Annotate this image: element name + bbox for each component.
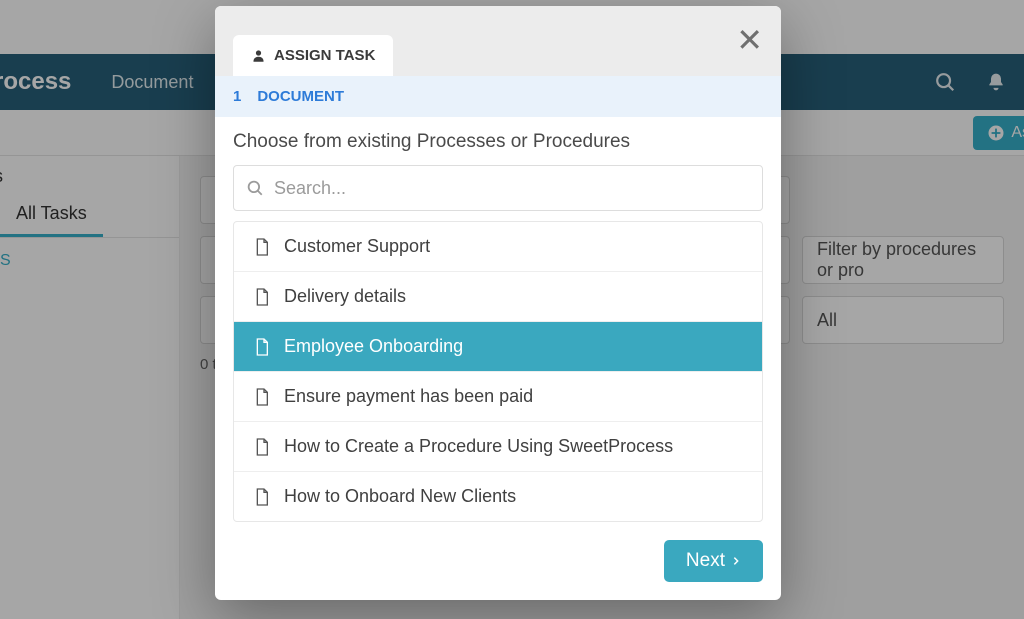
modal-body-title: Choose from existing Processes or Proced… xyxy=(233,131,763,153)
search-icon xyxy=(246,179,264,197)
document-icon xyxy=(254,387,270,407)
list-item[interactable]: How to Onboard New Clients xyxy=(234,471,762,521)
search-input-wrap[interactable] xyxy=(233,165,763,211)
list-item[interactable]: How to Create a Procedure Using SweetPro… xyxy=(234,421,762,471)
wizard-step-label: DOCUMENT xyxy=(257,88,344,105)
document-icon xyxy=(254,487,270,507)
list-item-label: How to Onboard New Clients xyxy=(284,486,516,507)
wizard-step-number: 1 xyxy=(233,88,241,105)
next-button[interactable]: Next xyxy=(664,540,763,582)
document-list: Customer Support Delivery details Employee… xyxy=(233,221,763,522)
document-icon xyxy=(254,437,270,457)
search-input[interactable] xyxy=(274,178,750,199)
wizard-step-strip: 1 DOCUMENT xyxy=(215,76,781,117)
close-icon[interactable]: ✕ xyxy=(736,24,763,56)
list-item[interactable]: Ensure payment has been paid xyxy=(234,371,762,421)
user-icon xyxy=(251,48,266,63)
modal-tab-label: ASSIGN TASK xyxy=(274,47,375,64)
modal-header: ASSIGN TASK ✕ xyxy=(215,6,781,76)
assign-task-modal: ASSIGN TASK ✕ 1 DOCUMENT Choose from exi… xyxy=(215,6,781,600)
list-item[interactable]: Delivery details xyxy=(234,271,762,321)
modal-tab-assign-task[interactable]: ASSIGN TASK xyxy=(233,35,393,76)
document-icon xyxy=(254,337,270,357)
list-item[interactable]: Employee Onboarding xyxy=(234,321,762,371)
list-item-label: Customer Support xyxy=(284,236,430,257)
list-item[interactable]: Customer Support xyxy=(234,222,762,271)
document-icon xyxy=(254,237,270,257)
chevron-right-icon xyxy=(731,554,741,568)
next-button-label: Next xyxy=(686,550,725,572)
list-item-label: Ensure payment has been paid xyxy=(284,386,533,407)
list-item-label: Delivery details xyxy=(284,286,406,307)
list-item-label: Employee Onboarding xyxy=(284,336,463,357)
list-item-label: How to Create a Procedure Using SweetPro… xyxy=(284,436,673,457)
document-icon xyxy=(254,287,270,307)
